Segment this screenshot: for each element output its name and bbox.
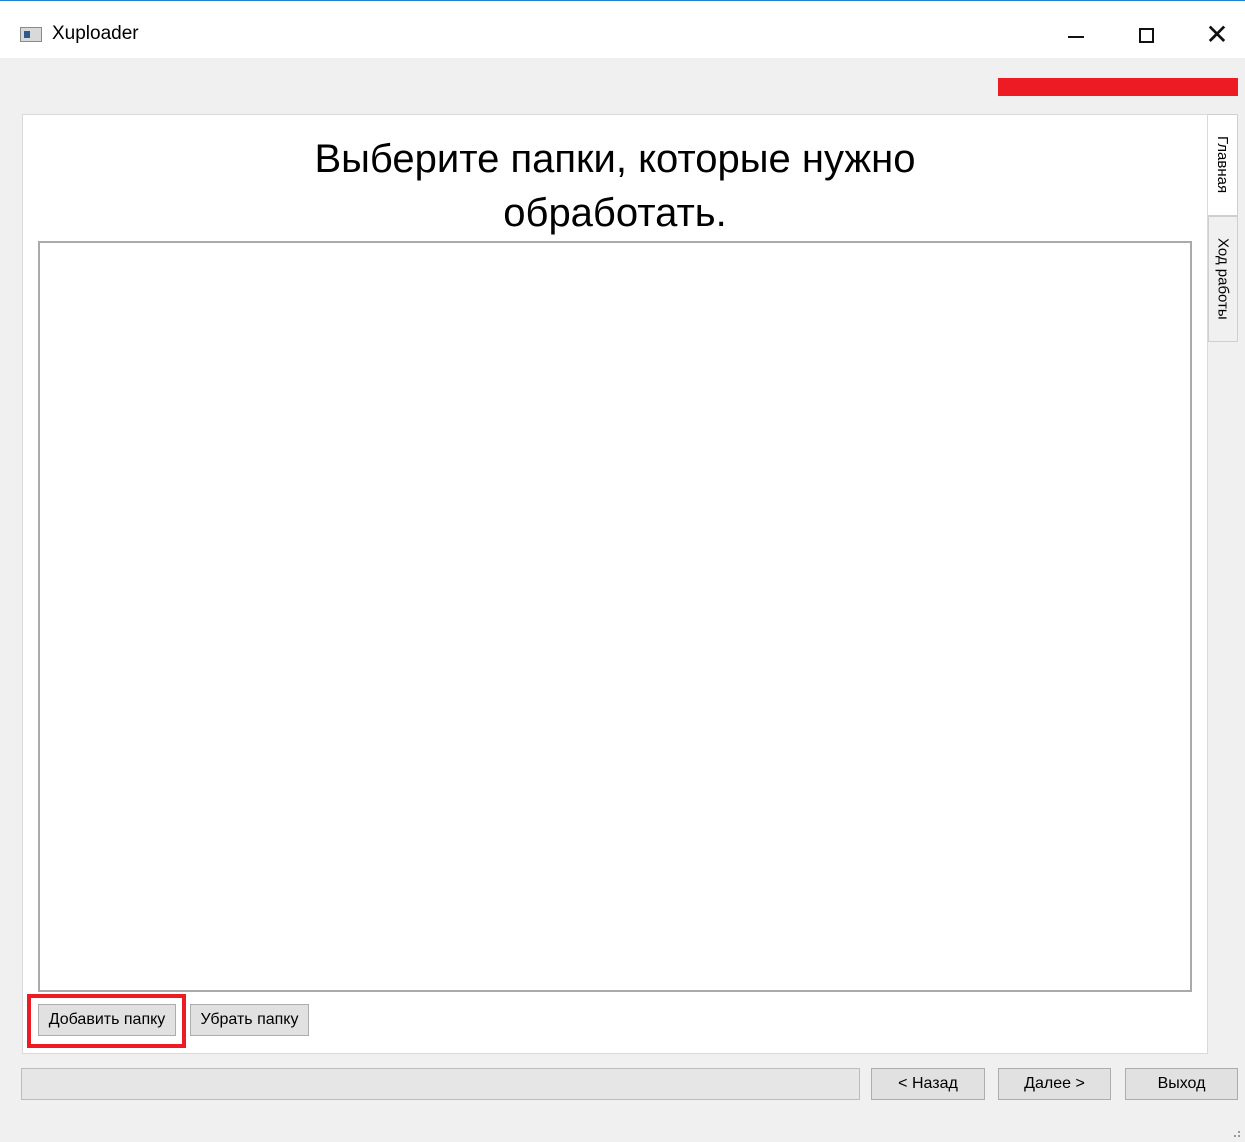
progress-bar — [21, 1068, 860, 1100]
tab-progress[interactable]: Ход работы — [1208, 216, 1238, 342]
page-title-line-2: обработать. — [503, 191, 727, 235]
window-title: Xuploader — [52, 23, 139, 44]
next-button[interactable]: Далее > — [998, 1068, 1111, 1100]
tab-main-label: Главная — [1214, 136, 1231, 194]
tab-main[interactable]: Главная — [1208, 114, 1238, 216]
redaction-bar — [998, 78, 1238, 96]
resize-grip-icon[interactable] — [1234, 1131, 1240, 1137]
exit-button[interactable]: Выход — [1125, 1068, 1238, 1100]
back-button[interactable]: < Назад — [871, 1068, 985, 1100]
add-folder-button[interactable]: Добавить папку — [38, 1004, 176, 1036]
page-title-line-1: Выберите папки, которые нужно — [314, 137, 916, 181]
close-icon: ✕ — [1205, 19, 1229, 50]
close-button[interactable]: ✕ — [1193, 15, 1241, 55]
folder-list[interactable] — [38, 241, 1192, 992]
app-icon — [20, 27, 42, 42]
title-bar: Xuploader ✕ — [0, 0, 1245, 58]
tab-progress-label: Ход работы — [1214, 238, 1232, 320]
maximize-button[interactable] — [1122, 15, 1170, 55]
minimize-icon — [1068, 36, 1084, 38]
remove-folder-button[interactable]: Убрать папку — [190, 1004, 309, 1036]
maximize-icon — [1138, 27, 1154, 43]
page-title: Выберите папки, которые нужно обработать… — [22, 132, 1208, 240]
minimize-button[interactable] — [1052, 15, 1100, 55]
